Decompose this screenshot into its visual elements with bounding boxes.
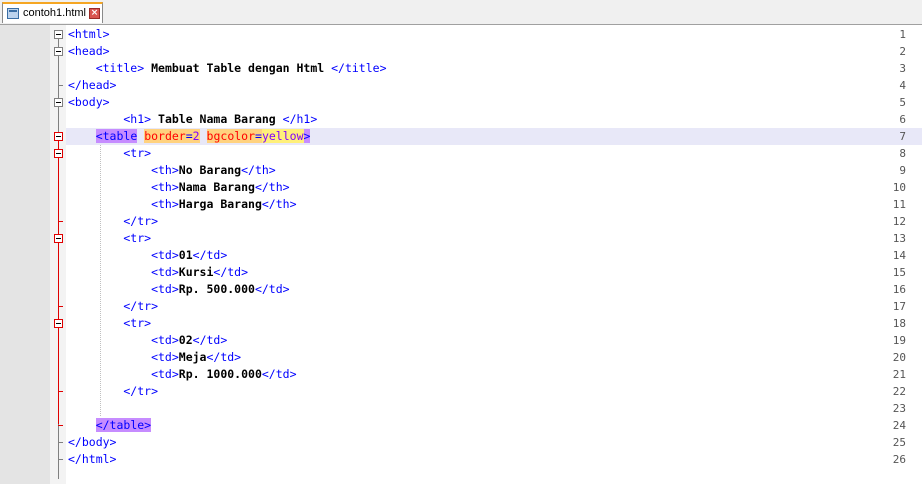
line-number: 19 [892,334,906,347]
fold-toggle-tr-3[interactable] [54,319,63,328]
line-number: 23 [892,402,906,415]
fold-end-tick [58,221,63,222]
line-number: 13 [892,232,906,245]
code-line: <td>01</td> [68,248,228,262]
line-number: 7 [899,130,906,143]
line-number: 15 [892,266,906,279]
code-line: <body> [68,95,110,109]
close-icon[interactable]: × [89,8,100,19]
code-line: <head> [68,44,110,58]
line-number: 18 [892,317,906,330]
line-number: 2 [899,45,906,58]
code-line: <td>02</td> [68,333,228,347]
line-number: 4 [899,79,906,92]
line-number-gutter [0,25,50,484]
line-number: 16 [892,283,906,296]
code-line: <td>Kursi</td> [68,265,249,279]
code-line: <html> [68,27,110,41]
html-file-icon [7,8,19,19]
fold-toggle-tr-1[interactable] [54,149,63,158]
tab-label: contoh1.html [23,7,86,19]
code-line: </head> [68,78,117,92]
code-line: </tr> [68,214,159,228]
code-line: <tr> [68,316,152,330]
line-number: 20 [892,351,906,364]
tab-bar: contoh1.html × [0,0,922,25]
code-line: <th>Nama Barang</th> [68,180,290,194]
line-number: 10 [892,181,906,194]
code-line: </tr> [68,384,159,398]
code-line: <th>Harga Barang</th> [68,197,297,211]
code-editor[interactable]: 1 2 3 4 5 6 7 8 9 10 11 12 13 14 15 16 1… [0,25,922,484]
fold-end-tick [58,85,63,86]
line-number: 22 [892,385,906,398]
line-number: 6 [899,113,906,126]
line-number: 1 [899,28,906,41]
line-number: 25 [892,436,906,449]
code-line: </tr> [68,299,159,313]
line-number: 17 [892,300,906,313]
line-number: 24 [892,419,906,432]
fold-end-tick [58,391,63,392]
fold-toggle-head[interactable] [54,47,63,56]
fold-end-tick [58,459,63,460]
fold-toggle-body[interactable] [54,98,63,107]
fold-line-table [58,141,59,424]
code-line: </table> [95,418,152,432]
fold-end-tick [58,306,63,307]
line-number: 5 [899,96,906,109]
line-number: 11 [892,198,906,211]
code-line: <th>No Barang</th> [68,163,276,177]
line-number: 14 [892,249,906,262]
fold-toggle-tr-2[interactable] [54,234,63,243]
code-line: <td>Rp. 500.000</td> [68,282,290,296]
line-number: 26 [892,453,906,466]
line-number: 12 [892,215,906,228]
line-number: 8 [899,147,906,160]
code-line: <td>Rp. 1000.000</td> [68,367,297,381]
fold-end-tick [58,442,63,443]
code-line: <h1> Table Nama Barang </h1> [68,112,318,126]
code-line: <td>Meja</td> [68,350,242,364]
line-number: 3 [899,62,906,75]
line-number: 21 [892,368,906,381]
tab-contoh1-html[interactable]: contoh1.html × [2,2,103,23]
code-line: </html> [68,452,117,466]
code-line: <title> Membuat Table dengan Html </titl… [68,61,387,75]
fold-toggle-html[interactable] [54,30,63,39]
code-line-current: <table border=2 bgcolor=yellow> [95,129,311,143]
code-line: <tr> [68,146,152,160]
fold-toggle-table[interactable] [54,132,63,141]
code-line: </body> [68,435,117,449]
fold-end-tick [58,425,63,426]
line-number: 9 [899,164,906,177]
code-line: <tr> [68,231,152,245]
